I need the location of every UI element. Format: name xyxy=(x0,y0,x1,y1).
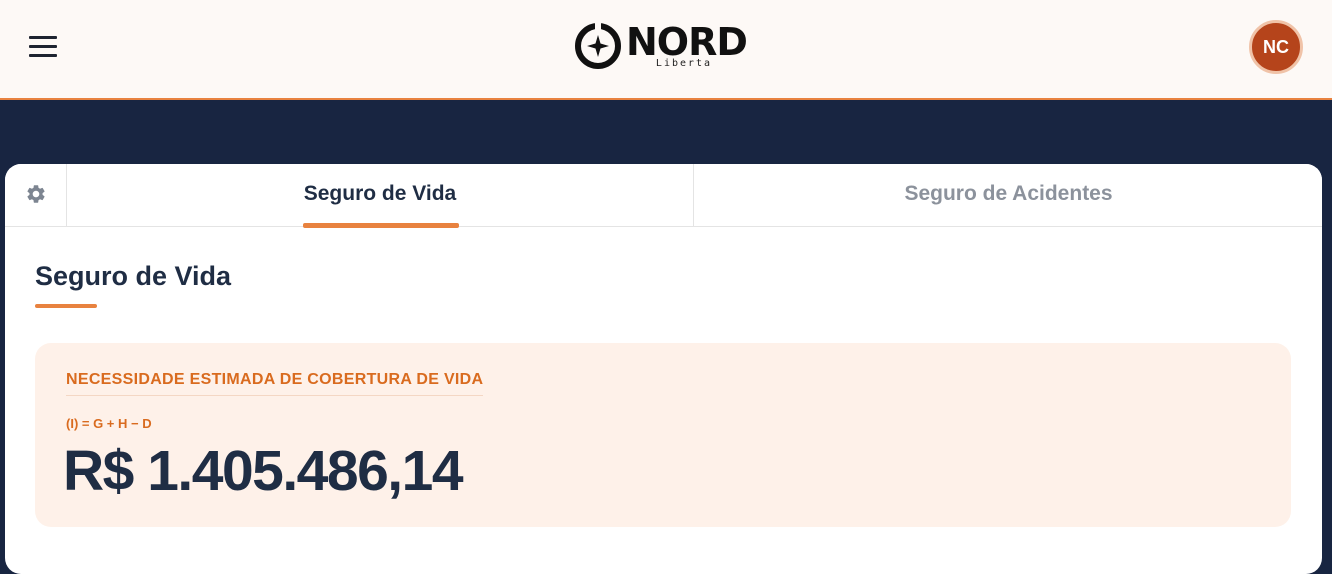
user-avatar[interactable]: NC xyxy=(1249,20,1303,74)
estimate-value: R$ 1.405.486,14 xyxy=(63,439,464,503)
gear-icon xyxy=(27,185,45,203)
insurance-card: Seguro de Vida Seguro de Acidentes Segur… xyxy=(5,164,1322,574)
section-title: Seguro de Vida xyxy=(35,261,232,291)
settings-button[interactable] xyxy=(5,164,67,226)
coverage-estimate-panel: NECESSIDADE ESTIMADA DE COBERTURA DE VID… xyxy=(35,343,1291,527)
estimate-label: NECESSIDADE ESTIMADA DE COBERTURA DE VID… xyxy=(66,371,484,396)
brand-subtitle: Liberta xyxy=(655,58,713,69)
brand-logo[interactable]: NORD Liberta xyxy=(574,20,754,74)
hamburger-menu-icon[interactable] xyxy=(29,34,57,58)
tab-bar: Seguro de Vida Seguro de Acidentes xyxy=(5,164,1322,228)
tab-seguro-de-acidentes[interactable]: Seguro de Acidentes xyxy=(695,164,1322,226)
tab-seguro-de-vida[interactable]: Seguro de Vida xyxy=(67,164,694,226)
top-header: NORD Liberta NC xyxy=(0,0,1332,100)
compass-star-icon xyxy=(575,22,621,69)
section-title-underline xyxy=(35,304,97,308)
active-tab-indicator xyxy=(303,223,459,228)
estimate-formula: (I) = G + H − D xyxy=(66,416,152,431)
